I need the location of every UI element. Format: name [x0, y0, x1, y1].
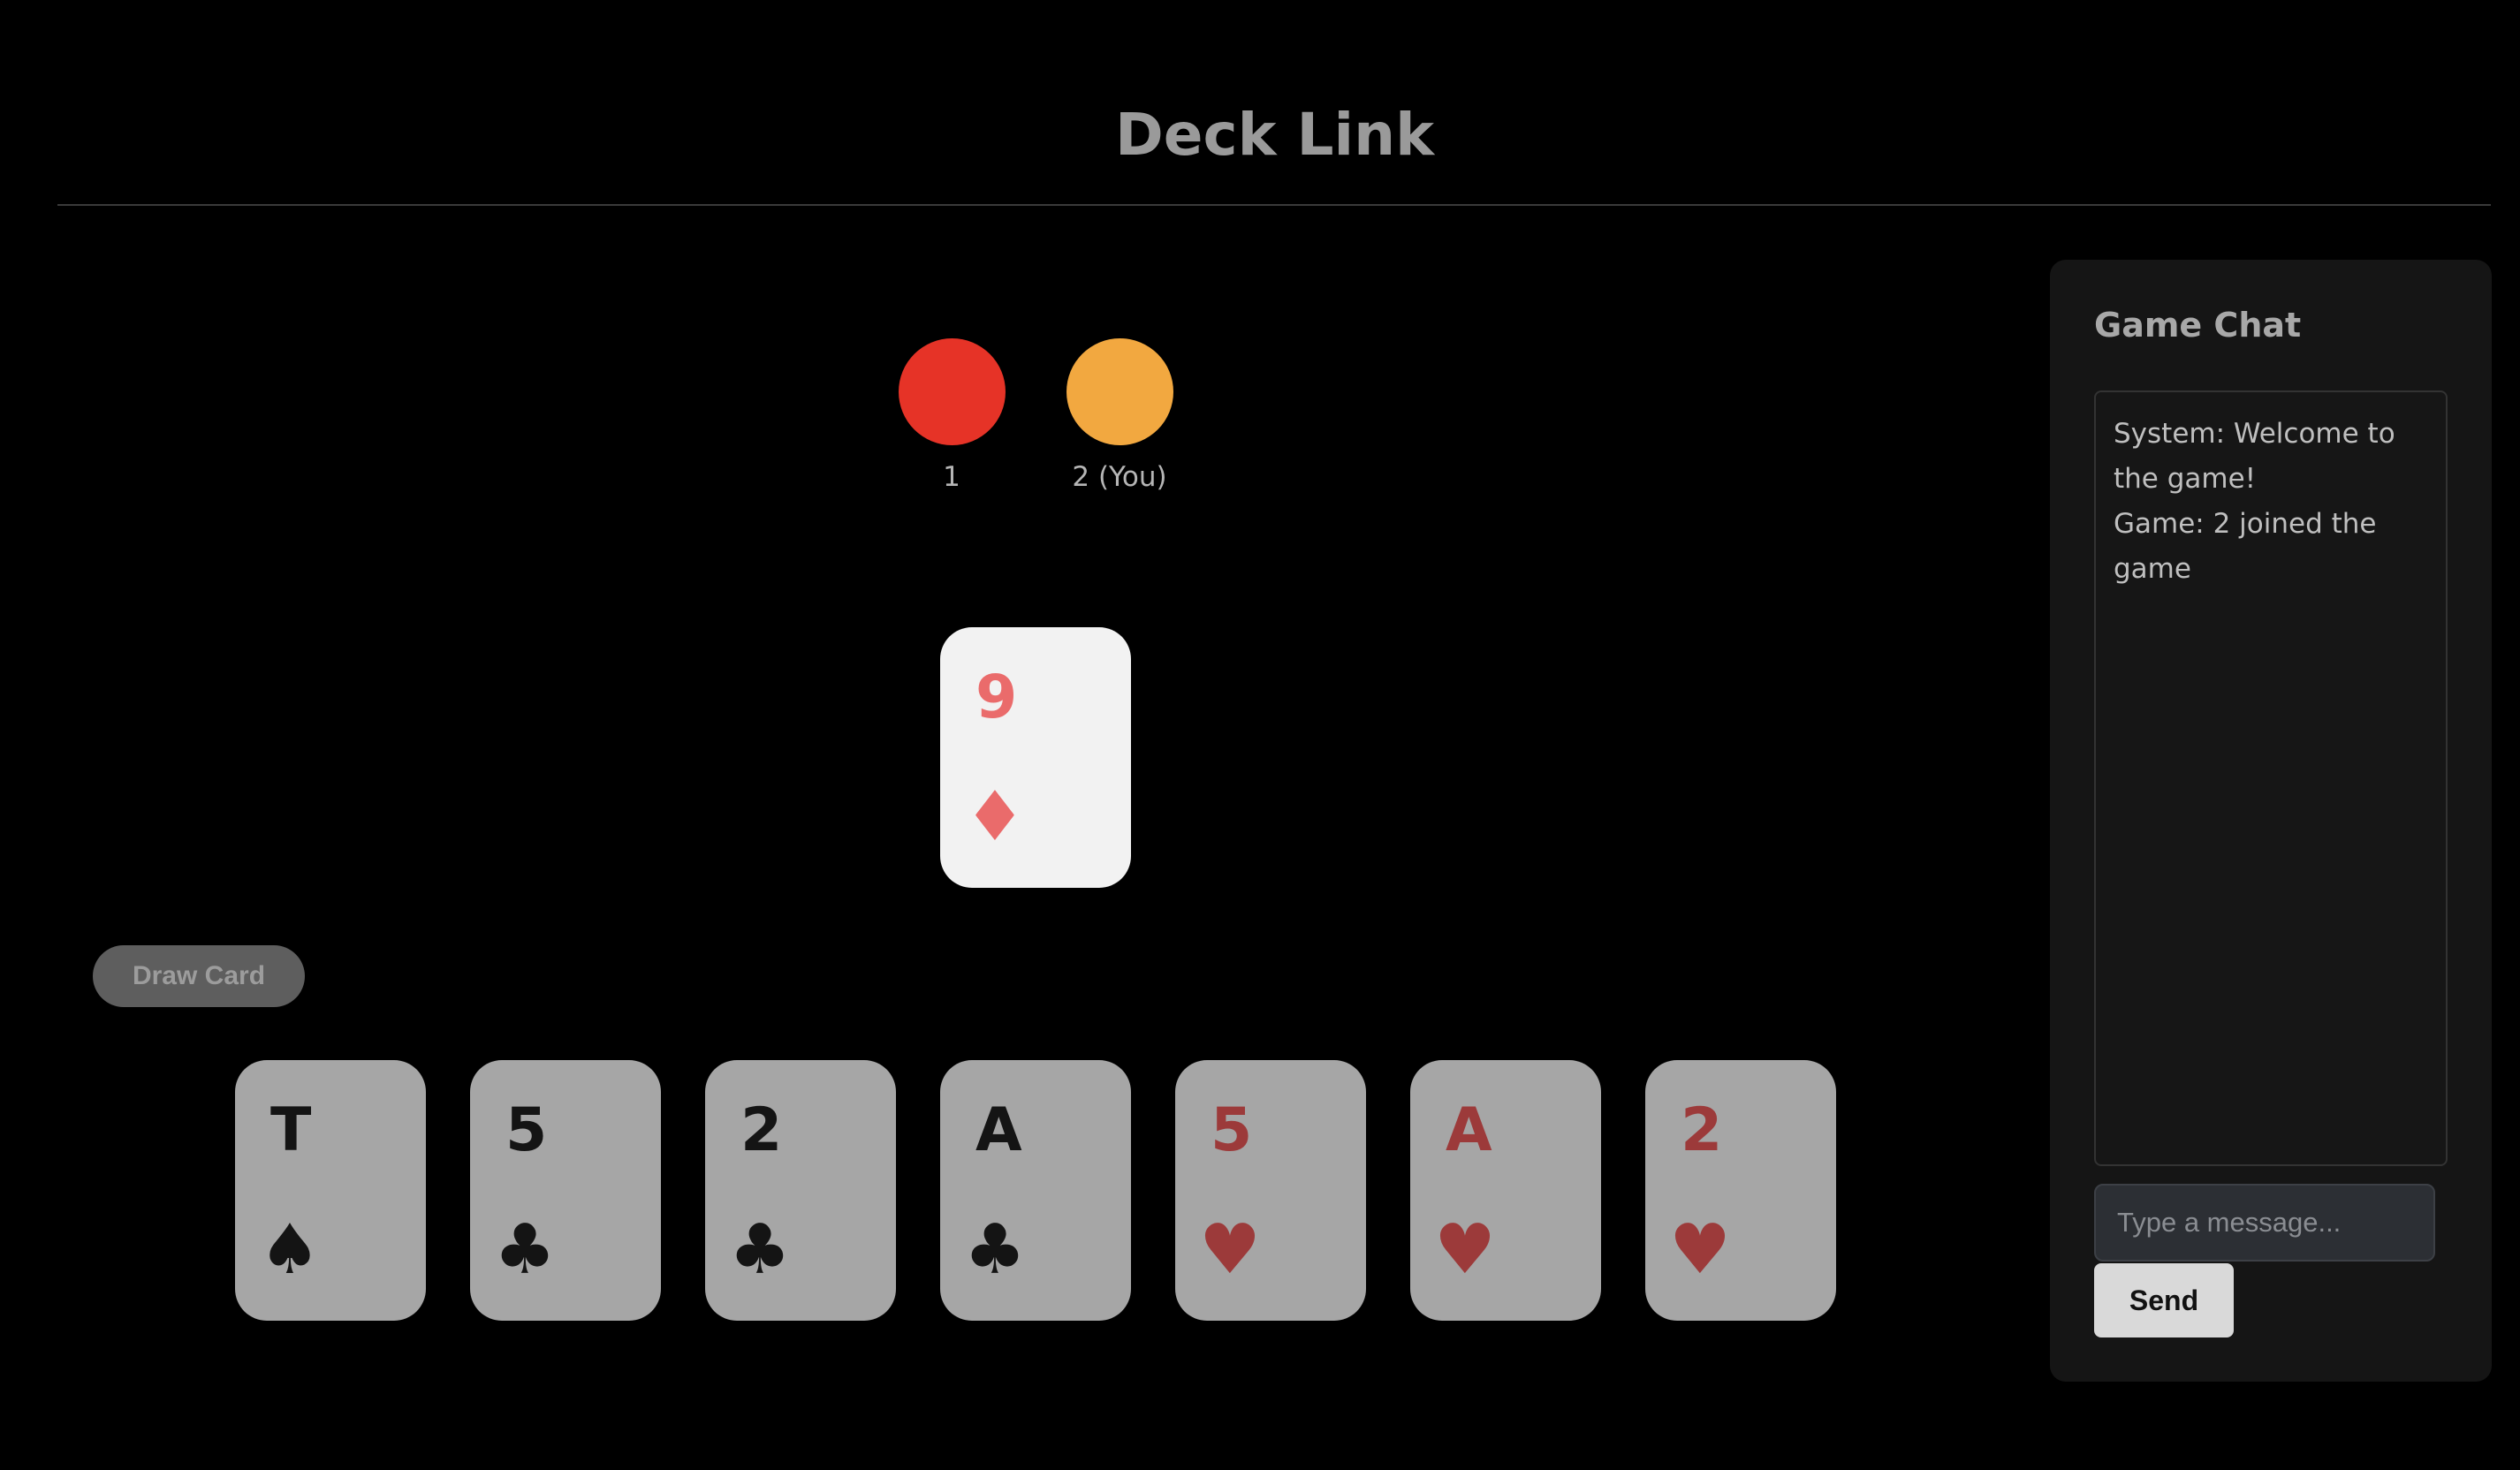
card-rank: 9 [975, 663, 1018, 732]
spade-icon: ♠ [259, 1210, 321, 1290]
chat-message: Game: 2 joined the game [2114, 508, 2377, 585]
heart-icon: ♥ [1669, 1210, 1731, 1290]
hand-card[interactable]: A ♣ [940, 1060, 1131, 1321]
chat-title: Game Chat [2094, 306, 2302, 345]
player-avatar [1066, 338, 1173, 445]
header-divider [57, 204, 2491, 206]
card-rank: 2 [1681, 1095, 1723, 1165]
game-chat-panel: Game Chat System: Welcome to the game! G… [2050, 260, 2492, 1382]
hand-card[interactable]: A ♥ [1410, 1060, 1601, 1321]
heart-icon: ♥ [1199, 1210, 1261, 1290]
player-2: 2 (You) [1031, 338, 1208, 493]
hand-card[interactable]: 5 ♥ [1175, 1060, 1366, 1321]
card-rank: 2 [740, 1095, 783, 1165]
chat-message: System: Welcome to the game! [2114, 418, 2395, 495]
diamond-icon: ♦ [964, 777, 1026, 857]
heart-icon: ♥ [1434, 1210, 1496, 1290]
card-rank: 5 [505, 1095, 548, 1165]
chat-log[interactable]: System: Welcome to the game! Game: 2 joi… [2094, 390, 2448, 1166]
hand-card[interactable]: 5 ♣ [470, 1060, 661, 1321]
send-button[interactable]: Send [2094, 1263, 2234, 1337]
player-name: 2 (You) [1072, 461, 1167, 493]
page-title: Deck Link [1114, 101, 1435, 169]
card-rank: 5 [1211, 1095, 1253, 1165]
chat-message-input[interactable] [2094, 1184, 2435, 1262]
club-icon: ♣ [729, 1210, 791, 1290]
club-icon: ♣ [964, 1210, 1026, 1290]
club-icon: ♣ [494, 1210, 556, 1290]
player-avatar [898, 338, 1006, 445]
player-1: 1 [863, 338, 1040, 493]
card-rank: A [975, 1095, 1022, 1165]
player-name: 1 [943, 461, 960, 493]
discard-pile-card: 9 ♦ [940, 627, 1131, 888]
hand-card[interactable]: 2 ♥ [1645, 1060, 1836, 1321]
hand-card[interactable]: T ♠ [235, 1060, 426, 1321]
card-rank: A [1446, 1095, 1492, 1165]
hand-card[interactable]: 2 ♣ [705, 1060, 896, 1321]
draw-card-button[interactable]: Draw Card [93, 945, 305, 1007]
card-rank: T [270, 1095, 312, 1165]
